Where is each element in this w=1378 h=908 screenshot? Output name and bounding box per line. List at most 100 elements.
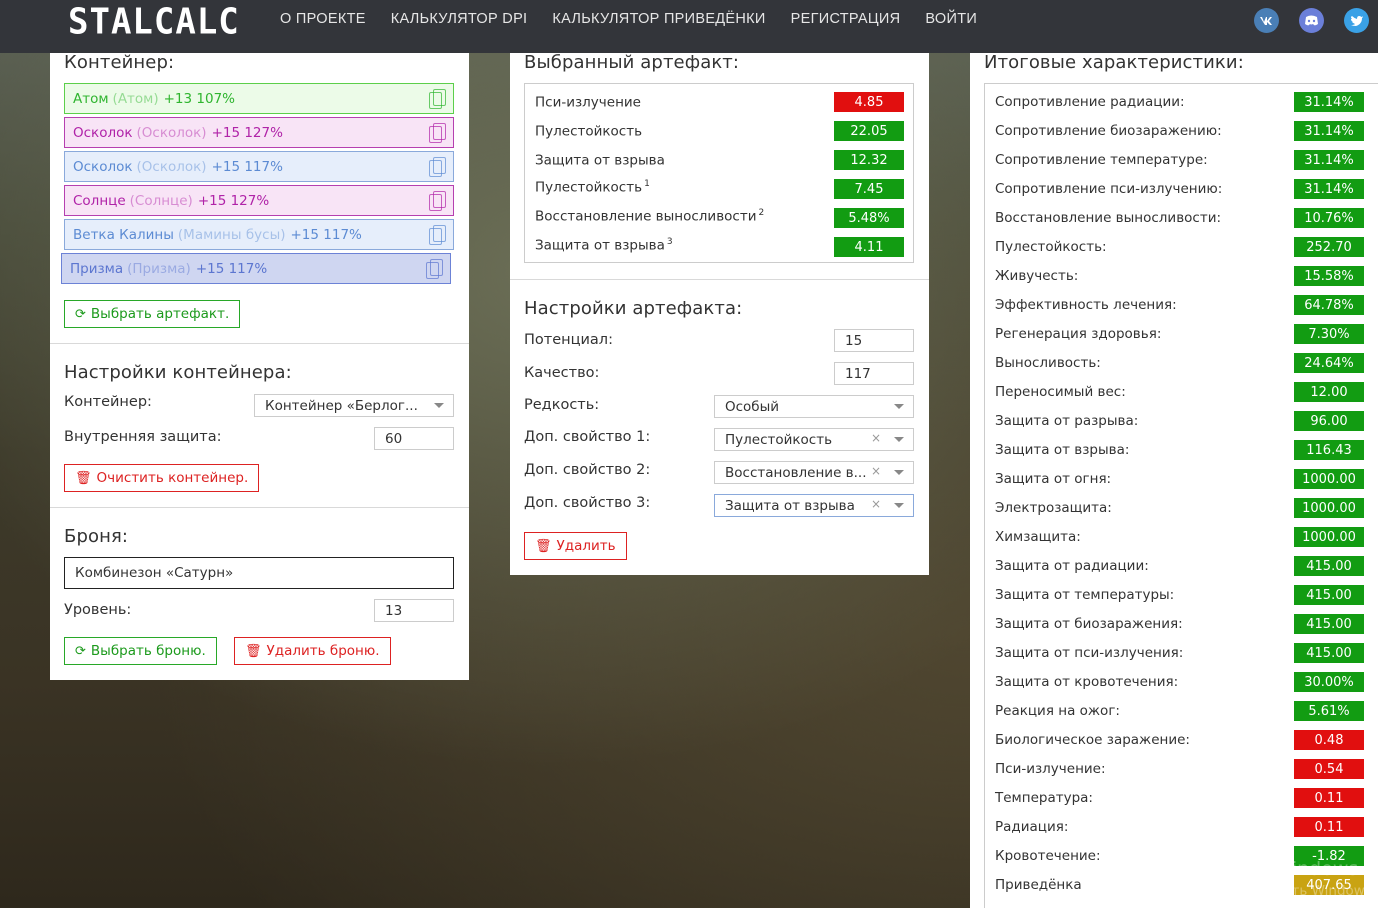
artifact-stat-label: Восстановление выносливости 2	[535, 208, 765, 225]
chevron-down-icon	[894, 470, 904, 475]
total-stat-value: 1000.00	[1294, 469, 1364, 489]
armor-level-input[interactable]: 13	[374, 599, 454, 622]
total-stat-label: Реакция на ожог:	[995, 703, 1120, 719]
artifact-stat-value: 7.45	[834, 179, 904, 199]
copy-icon[interactable]	[429, 225, 446, 245]
total-stat-value: 1000.00	[1294, 527, 1364, 547]
armor-input[interactable]: Комбинезон «Сатурн»	[64, 557, 454, 589]
artifact-stat-value: 4.11	[834, 237, 904, 257]
total-stat-value: 31.14%	[1294, 121, 1364, 141]
total-stat-value: 0.48	[1294, 730, 1364, 750]
clear-icon[interactable]: ×	[871, 464, 881, 478]
copy-icon[interactable]	[429, 89, 446, 109]
os-activation-hint: Чтобы активировать Windows, п	[1160, 883, 1378, 899]
total-stat-label: Защита от кровотечения:	[995, 674, 1179, 690]
container-select[interactable]: Контейнер «Берлог...	[254, 394, 454, 417]
total-stat-label: Эффективность лечения:	[995, 297, 1177, 313]
rarity-select[interactable]: Особый	[714, 395, 914, 418]
choose-artifact-label: Выбрать артефакт.	[90, 306, 230, 322]
total-stat-label: Защита от разрыва:	[995, 413, 1139, 429]
artifact-level: +15 127%	[211, 124, 283, 141]
container-panel: Контейнер: Атом (Атом) +13 107% Осколок …	[50, 52, 469, 680]
container-artifact-slot[interactable]: Осколок (Осколок) +15 127%	[64, 117, 454, 148]
inner-protection-input[interactable]: 60	[374, 427, 454, 450]
total-stat-value: 31.14%	[1294, 92, 1364, 112]
total-stat-label: Сопротивление радиации:	[995, 94, 1185, 110]
artifact-level: +15 117%	[211, 158, 283, 175]
container-artifact-slot[interactable]: Ветка Калины (Мамины бусы) +15 117%	[64, 219, 454, 250]
total-stat-value: 10.76%	[1294, 208, 1364, 228]
container-artifact-slot[interactable]: Призма (Призма) +15 117%	[61, 253, 451, 284]
main-nav: О ПРОЕКТЕ КАЛЬКУЛЯТОР DPI КАЛЬКУЛЯТОР ПР…	[280, 11, 1002, 27]
total-stat-label: Сопротивление температуре:	[995, 152, 1208, 168]
delete-artifact-button[interactable]: 🗑 Удалить	[524, 532, 627, 560]
rarity-value: Особый	[725, 398, 780, 415]
container-select-value: Контейнер «Берлог...	[265, 397, 418, 414]
clear-icon[interactable]: ×	[871, 431, 881, 445]
clear-icon[interactable]: ×	[871, 497, 881, 511]
nav-dpi-calculator[interactable]: КАЛЬКУЛЯТОР DPI	[391, 11, 528, 27]
quality-label: Качество:	[524, 365, 600, 381]
trash-icon: 🗑	[75, 470, 92, 486]
total-stat-label: Кровотечение:	[995, 848, 1101, 864]
choose-armor-button[interactable]: ⟳ Выбрать броню.	[64, 637, 217, 665]
potential-label: Потенциал:	[524, 332, 613, 348]
delete-armor-label: Удалить броню.	[266, 643, 380, 659]
prop3-select[interactable]: Защита от взрыва ×	[714, 494, 914, 517]
container-artifact-slot[interactable]: Атом (Атом) +13 107%	[64, 83, 454, 114]
copy-icon[interactable]	[429, 157, 446, 177]
copy-icon[interactable]	[426, 259, 443, 279]
artifact-level: +15 127%	[197, 192, 270, 209]
artifact-settings-title: Настройки артефакта:	[524, 298, 743, 319]
nav-register[interactable]: РЕГИСТРАЦИЯ	[791, 11, 901, 27]
clear-container-label: Очистить контейнер.	[96, 470, 249, 486]
total-stat-value: 15.58%	[1294, 266, 1364, 286]
artifact-stat-label: Пулестойкость	[535, 123, 643, 140]
twitter-icon[interactable]	[1344, 8, 1369, 33]
nav-about[interactable]: О ПРОЕКТЕ	[280, 11, 366, 27]
total-stat-label: Восстановление выносливости:	[995, 210, 1222, 226]
artifact-name: Осколок	[73, 158, 133, 175]
artifact-stat-value: 12.32	[834, 150, 904, 170]
total-stat-label: Переносимый вес:	[995, 384, 1126, 400]
total-stat-value: 0.54	[1294, 759, 1364, 779]
chevron-down-icon	[894, 404, 904, 409]
prop1-value: Пулестойкость	[725, 431, 833, 448]
container-artifact-slot[interactable]: Осколок (Осколок) +15 117%	[64, 151, 454, 182]
total-stat-label: Приведёнка	[995, 877, 1082, 893]
chevron-down-icon	[894, 437, 904, 442]
prop2-label: Доп. свойство 2:	[524, 462, 651, 478]
choose-artifact-button[interactable]: ⟳ Выбрать артефакт.	[64, 300, 241, 328]
delete-artifact-label: Удалить	[556, 538, 616, 554]
container-settings-title: Настройки контейнера:	[64, 362, 292, 383]
rarity-label: Редкость:	[524, 397, 600, 413]
artifact-stat-value: 5.48%	[834, 208, 904, 228]
artifact-stats-box: Пси-излучение 4.85 Пулестойкость 22.05 З…	[524, 83, 914, 263]
container-select-label: Контейнер:	[64, 394, 152, 410]
trash-icon: 🗑	[535, 538, 552, 554]
vk-icon[interactable]	[1254, 8, 1279, 33]
site-logo[interactable]: STALCALC	[68, 1, 240, 43]
total-stat-label: Регенерация здоровья:	[995, 326, 1162, 342]
artifact-name: Осколок	[73, 124, 133, 141]
quality-input[interactable]: 117	[834, 362, 914, 385]
clear-container-button[interactable]: 🗑 Очистить контейнер.	[64, 464, 260, 492]
potential-input[interactable]: 15	[834, 329, 914, 352]
container-artifact-slot[interactable]: Солнце (Солнце) +15 127%	[64, 185, 454, 216]
artifact-alias: (Осколок)	[136, 158, 207, 175]
totals-stats-box: Сопротивление радиации: 31.14% Сопротивлен…	[984, 83, 1378, 908]
prop2-select[interactable]: Восстановление в... ×	[714, 461, 914, 484]
delete-armor-button[interactable]: 🗑 Удалить броню.	[234, 637, 391, 665]
nav-reduced-calculator[interactable]: КАЛЬКУЛЯТОР ПРИВЕДЁНКИ	[552, 11, 765, 27]
copy-icon[interactable]	[429, 191, 446, 211]
nav-login[interactable]: ВОЙТИ	[925, 11, 977, 27]
discord-icon[interactable]	[1299, 8, 1324, 33]
copy-icon[interactable]	[429, 123, 446, 143]
prop1-select[interactable]: Пулестойкость ×	[714, 428, 914, 451]
total-stat-label: Химзащита:	[995, 529, 1081, 545]
total-stat-value: 30.00%	[1294, 672, 1364, 692]
artifact-level: +15 117%	[290, 226, 362, 243]
artifact-alias: (Осколок)	[136, 124, 207, 141]
prop1-label: Доп. свойство 1:	[524, 429, 651, 445]
inner-protection-label: Внутренняя защита:	[64, 429, 222, 445]
